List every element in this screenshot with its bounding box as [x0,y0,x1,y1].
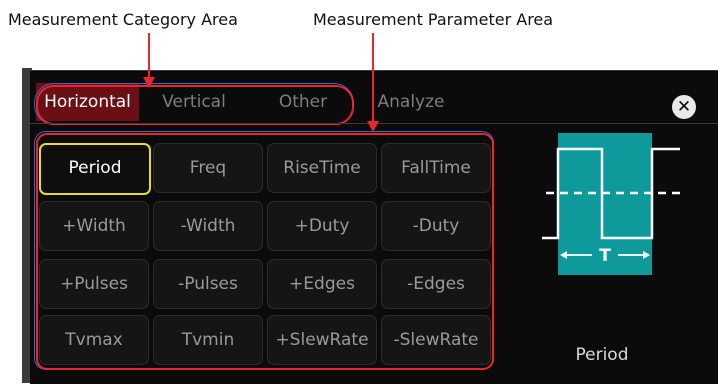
param-pos-slewrate-button[interactable]: +SlewRate [267,315,377,365]
param-tvmin-button[interactable]: Tvmin [153,315,263,365]
param-pos-edges-button[interactable]: +Edges [267,259,377,309]
category-area-annotation: Measurement Category Area [8,10,238,29]
measurement-preview: T Period [502,133,702,373]
close-icon[interactable]: ✕ [672,95,696,119]
tab-analyze[interactable]: Analyze [366,83,456,121]
param-pos-pulses-button[interactable]: +Pulses [39,259,149,309]
param-neg-duty-button[interactable]: -Duty [381,201,491,251]
category-annotation-arrowhead [143,77,155,88]
param-neg-width-button[interactable]: -Width [153,201,263,251]
param-neg-slewrate-button[interactable]: -SlewRate [381,315,491,365]
parameter-annotation-arrowhead [367,121,379,132]
category-area-highlight [36,85,354,125]
category-annotation-arrow [148,33,150,79]
parameter-annotation-arrow [372,33,374,123]
param-neg-pulses-button[interactable]: -Pulses [153,259,263,309]
preview-label: Period [575,345,629,365]
param-tvmax-button[interactable]: Tvmax [39,315,149,365]
param-neg-edges-button[interactable]: -Edges [381,259,491,309]
parameter-area-annotation: Measurement Parameter Area [313,10,554,29]
param-falltime-button[interactable]: FallTime [381,143,491,193]
param-risetime-button[interactable]: RiseTime [267,143,377,193]
param-freq-button[interactable]: Freq [153,143,263,193]
param-pos-width-button[interactable]: +Width [39,201,149,251]
period-marker: T [599,246,611,266]
param-pos-duty-button[interactable]: +Duty [267,201,377,251]
waveform-diagram: T [542,133,680,275]
measurement-panel: Horizontal Vertical Other Analyze ✕ Peri… [30,70,718,384]
param-period-button[interactable]: Period [39,143,151,195]
